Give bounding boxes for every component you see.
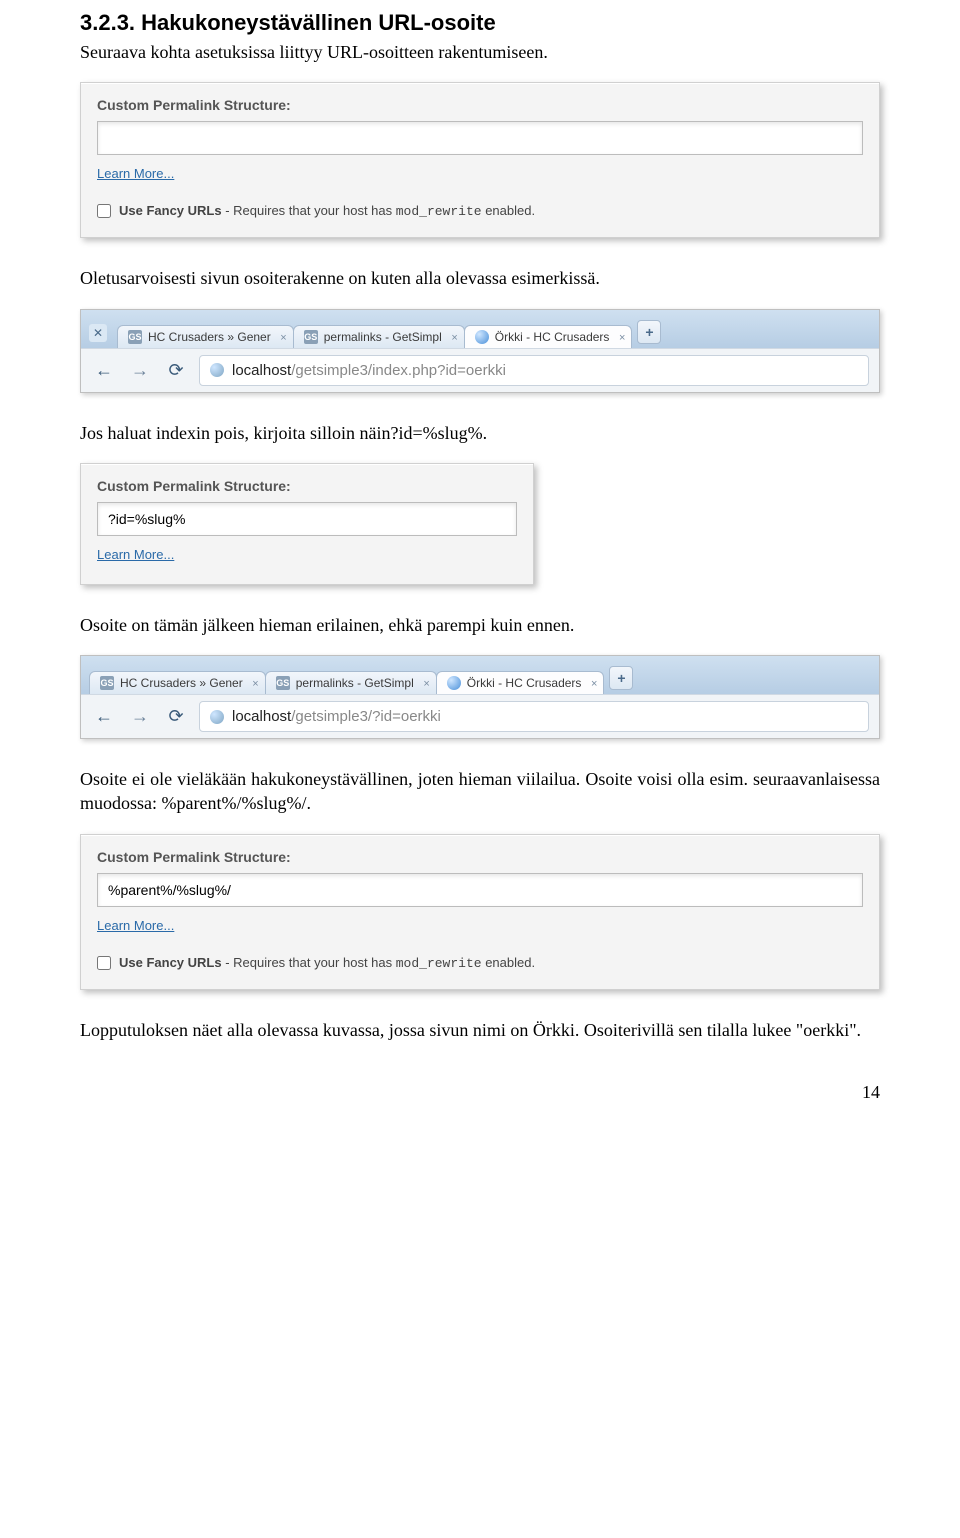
- tab-close-icon[interactable]: ×: [252, 678, 258, 690]
- fancy-urls-checkbox[interactable]: [97, 956, 111, 970]
- para-after-panel1: Oletusarvoisesti sivun osoiterakenne on …: [80, 266, 880, 290]
- tab-3[interactable]: Örkki - HC Crusaders ×: [464, 325, 633, 348]
- tab-label: permalinks - GetSimpl: [324, 330, 442, 344]
- permalink-label: Custom Permalink Structure:: [97, 97, 863, 113]
- tab-label: permalinks - GetSimpl: [296, 676, 414, 690]
- tab-close-icon[interactable]: ×: [619, 332, 625, 344]
- tab-3[interactable]: Örkki - HC Crusaders ×: [436, 671, 605, 694]
- fancy-urls-after: enabled.: [482, 955, 536, 970]
- section-heading: 3.2.3. Hakukoneystävällinen URL-osoite: [80, 10, 880, 36]
- tab-2[interactable]: GS permalinks - GetSimpl ×: [293, 325, 465, 348]
- back-button[interactable]: ←: [91, 357, 117, 383]
- reload-button[interactable]: ⟳: [163, 704, 189, 730]
- back-button[interactable]: ←: [91, 704, 117, 730]
- browser-screenshot-2: GS HC Crusaders » Gener × GS permalinks …: [80, 655, 880, 739]
- permalink-panel-3: Custom Permalink Structure: Learn More..…: [80, 834, 880, 990]
- mod-rewrite-code: mod_rewrite: [396, 956, 482, 971]
- fancy-urls-label: Use Fancy URLs: [119, 955, 222, 970]
- favicon-globe-icon: [447, 676, 461, 690]
- new-tab-button[interactable]: +: [637, 320, 661, 344]
- tab-close-icon[interactable]: ×: [280, 332, 286, 344]
- fancy-urls-text: - Requires that your host has: [222, 955, 396, 970]
- fancy-urls-text: - Requires that your host has: [222, 203, 396, 218]
- tab-close-icon[interactable]: ×: [591, 678, 597, 690]
- address-bar[interactable]: localhost/getsimple3/?id=oerkki: [199, 701, 869, 732]
- fancy-urls-row: Use Fancy URLs - Requires that your host…: [97, 955, 863, 971]
- permalink-label: Custom Permalink Structure:: [97, 849, 863, 865]
- globe-icon: [210, 363, 224, 377]
- learn-more-link[interactable]: Learn More...: [97, 547, 174, 562]
- page-number: 14: [80, 1082, 880, 1103]
- url-text: localhost/getsimple3/index.php?id=oerkki: [232, 362, 506, 379]
- address-bar[interactable]: localhost/getsimple3/index.php?id=oerkki: [199, 355, 869, 386]
- nav-toolbar: ← → ⟳ localhost/getsimple3/?id=oerkki: [81, 694, 879, 738]
- tab-label: HC Crusaders » Gener: [148, 330, 271, 344]
- learn-more-link[interactable]: Learn More...: [97, 166, 174, 181]
- favicon-gs-icon: GS: [128, 330, 142, 344]
- browser-screenshot-1: ✕ GS HC Crusaders » Gener × GS permalink…: [80, 309, 880, 393]
- para-after-browser2: Osoite ei ole vieläkään hakukoneystäväll…: [80, 767, 880, 816]
- fancy-urls-label: Use Fancy URLs: [119, 203, 222, 218]
- tabstrip: GS HC Crusaders » Gener × GS permalinks …: [81, 656, 879, 694]
- tab-label: HC Crusaders » Gener: [120, 676, 243, 690]
- forward-button[interactable]: →: [127, 704, 153, 730]
- favicon-gs-icon: GS: [276, 676, 290, 690]
- permalink-input[interactable]: [97, 502, 517, 536]
- learn-more-link[interactable]: Learn More...: [97, 918, 174, 933]
- tab-1[interactable]: GS HC Crusaders » Gener ×: [117, 325, 294, 348]
- favicon-globe-icon: [475, 330, 489, 344]
- fancy-urls-after: enabled.: [482, 203, 536, 218]
- nav-toolbar: ← → ⟳ localhost/getsimple3/index.php?id=…: [81, 348, 879, 392]
- para-after-panel2: Osoite on tämän jälkeen hieman erilainen…: [80, 613, 880, 637]
- window-close-icon[interactable]: ✕: [89, 324, 107, 342]
- favicon-gs-icon: GS: [304, 330, 318, 344]
- new-tab-button[interactable]: +: [609, 666, 633, 690]
- forward-button[interactable]: →: [127, 357, 153, 383]
- mod-rewrite-code: mod_rewrite: [396, 204, 482, 219]
- tab-label: Örkki - HC Crusaders: [467, 676, 582, 690]
- url-text: localhost/getsimple3/?id=oerkki: [232, 708, 441, 725]
- favicon-gs-icon: GS: [100, 676, 114, 690]
- fancy-urls-row: Use Fancy URLs - Requires that your host…: [97, 203, 863, 219]
- tab-close-icon[interactable]: ×: [423, 678, 429, 690]
- tab-label: Örkki - HC Crusaders: [495, 330, 610, 344]
- tab-close-icon[interactable]: ×: [451, 332, 457, 344]
- fancy-urls-checkbox[interactable]: [97, 204, 111, 218]
- permalink-panel-1: Custom Permalink Structure: Learn More..…: [80, 82, 880, 238]
- tab-2[interactable]: GS permalinks - GetSimpl ×: [265, 671, 437, 694]
- globe-icon: [210, 710, 224, 724]
- permalink-input[interactable]: [97, 873, 863, 907]
- tab-1[interactable]: GS HC Crusaders » Gener ×: [89, 671, 266, 694]
- para-after-browser1: Jos haluat indexin pois, kirjoita silloi…: [80, 421, 880, 445]
- permalink-label: Custom Permalink Structure:: [97, 478, 517, 494]
- permalink-input[interactable]: [97, 121, 863, 155]
- intro-paragraph: Seuraava kohta asetuksissa liittyy URL-o…: [80, 40, 880, 64]
- reload-button[interactable]: ⟳: [163, 357, 189, 383]
- final-paragraph: Lopputuloksen näet alla olevassa kuvassa…: [80, 1018, 880, 1042]
- permalink-panel-2: Custom Permalink Structure: Learn More..…: [80, 463, 534, 585]
- tabstrip: ✕ GS HC Crusaders » Gener × GS permalink…: [81, 310, 879, 348]
